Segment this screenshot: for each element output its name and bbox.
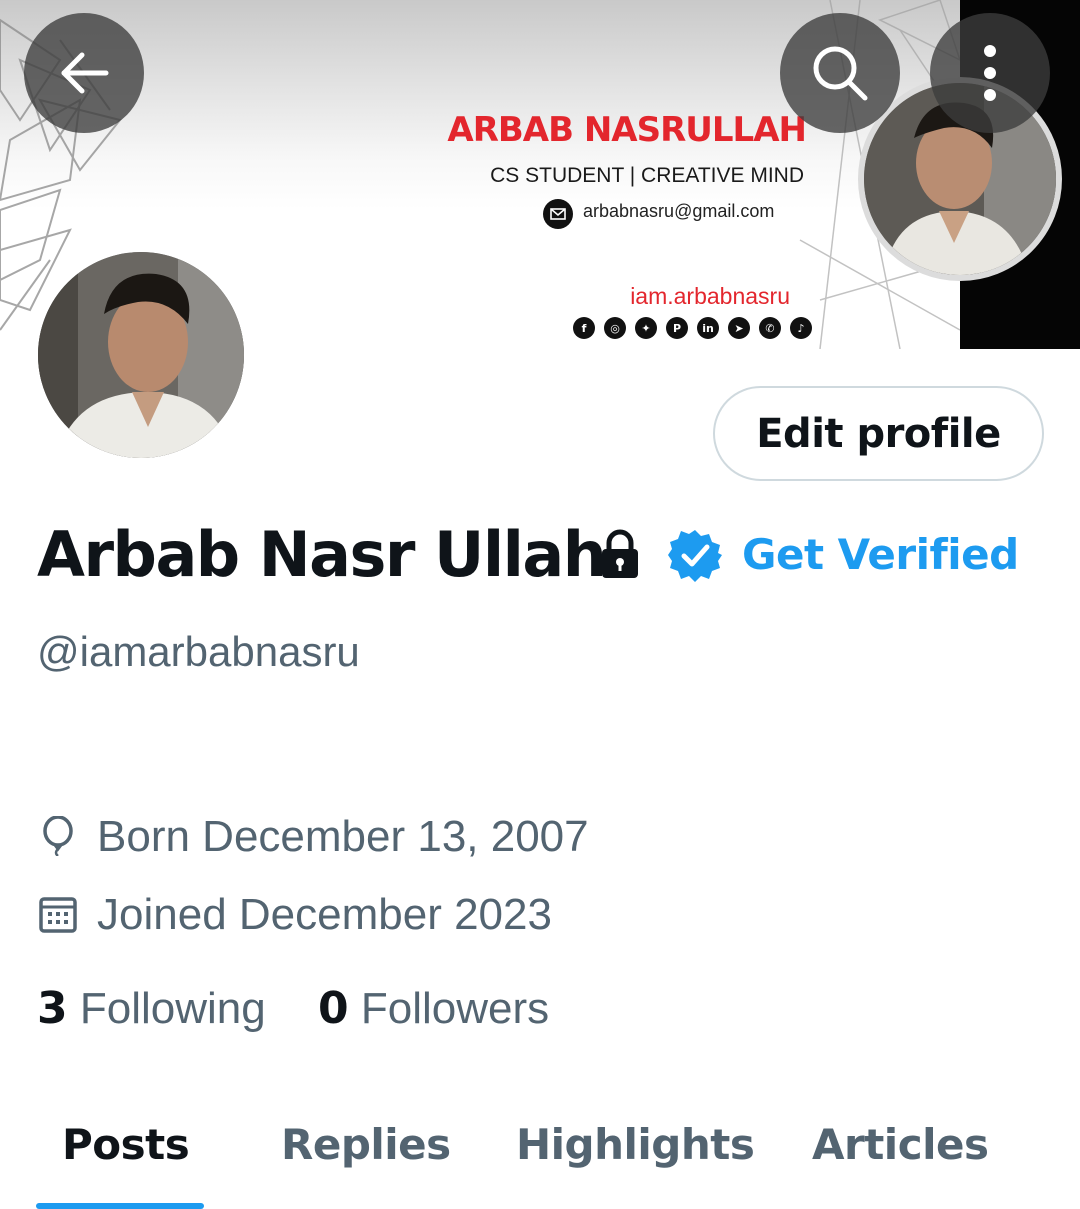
linkedin-icon: in [697, 317, 719, 339]
banner-social-icons: f ◎ ✦ P in ➤ ✆ ♪ [573, 317, 812, 339]
twitter-icon: ✦ [635, 317, 657, 339]
profile-name: Arbab Nasr Ullah [37, 518, 607, 591]
banner-title: ARBAB NASRULLAH [447, 110, 807, 150]
followers-label: Followers [360, 984, 550, 1033]
join-date: Joined December 2023 [97, 890, 552, 939]
get-verified-link[interactable]: Get Verified [742, 530, 1019, 579]
lock-icon [598, 528, 642, 580]
profile-handle: @iamarbabnasru [37, 628, 360, 675]
active-tab-indicator [36, 1203, 204, 1209]
following-count: 3 [37, 983, 68, 1034]
more-vertical-icon [984, 45, 996, 101]
tab-highlights[interactable]: Highlights [516, 1120, 755, 1169]
arrow-left-icon [61, 52, 109, 94]
back-button[interactable] [24, 13, 144, 133]
tab-replies[interactable]: Replies [281, 1120, 451, 1169]
more-options-button[interactable] [930, 13, 1050, 133]
tiktok-icon: ♪ [790, 317, 812, 339]
birth-date: Born December 13, 2007 [97, 812, 589, 861]
tab-articles[interactable]: Articles [812, 1120, 989, 1169]
pinterest-icon: P [666, 317, 688, 339]
followers-count: 0 [318, 983, 349, 1034]
following-link[interactable]: 3 Following [37, 983, 266, 1034]
search-icon [813, 46, 868, 101]
facebook-icon: f [573, 317, 595, 339]
banner-subtitle: CS STUDENT | CREATIVE MIND [490, 164, 804, 187]
mail-icon [543, 199, 573, 229]
verified-badge-icon[interactable] [668, 528, 722, 582]
followers-link[interactable]: 0 Followers [318, 983, 549, 1034]
banner-email: arbabnasru@gmail.com [583, 201, 775, 221]
balloon-icon [38, 815, 78, 857]
whatsapp-icon: ✆ [759, 317, 781, 339]
banner-handle: iam.arbabnasru [630, 283, 790, 309]
search-button[interactable] [780, 13, 900, 133]
following-label: Following [79, 984, 266, 1033]
telegram-icon: ➤ [728, 317, 750, 339]
instagram-icon: ◎ [604, 317, 626, 339]
tab-posts[interactable]: Posts [62, 1120, 190, 1169]
profile-avatar[interactable] [32, 246, 250, 464]
calendar-icon [38, 894, 78, 934]
edit-profile-button[interactable]: Edit profile [713, 386, 1044, 481]
